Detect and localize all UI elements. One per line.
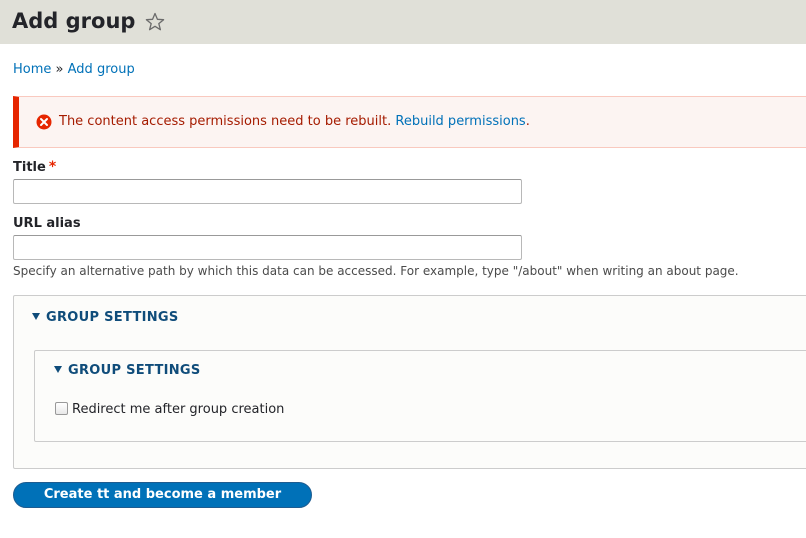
url-alias-label: URL alias (13, 216, 81, 231)
title-label: Title * (13, 159, 56, 175)
error-icon (36, 114, 52, 130)
url-alias-description: Specify an alternative path by which thi… (13, 264, 739, 278)
title-label-text: Title (13, 160, 46, 175)
redirect-checkbox-label[interactable]: Redirect me after group creation (72, 402, 284, 417)
group-settings-inner-summary[interactable]: GROUP SETTINGS (54, 363, 201, 378)
breadcrumb-home-link[interactable]: Home (13, 62, 51, 77)
required-marker: * (48, 159, 57, 175)
group-settings-outer-summary[interactable]: GROUP SETTINGS (32, 310, 179, 325)
group-settings-inner-details: GROUP SETTINGS Redirect me after group c… (34, 350, 806, 442)
breadcrumb-current-link[interactable]: Add group (68, 62, 135, 77)
triangle-down-icon (32, 313, 40, 320)
url-alias-input[interactable] (13, 235, 522, 260)
triangle-down-icon (54, 366, 62, 373)
error-message-text: The content access permissions need to b… (59, 114, 530, 129)
star-icon[interactable] (145, 12, 165, 32)
breadcrumb: Home » Add group (13, 62, 135, 77)
page-title: Add group (12, 9, 136, 33)
group-settings-outer-summary-label: GROUP SETTINGS (46, 310, 179, 325)
breadcrumb-separator: » (55, 62, 64, 77)
page-header: Add group (0, 0, 806, 44)
title-input[interactable] (13, 179, 522, 204)
create-and-join-button[interactable]: Create tt and become a member (13, 482, 312, 508)
group-settings-outer-details: GROUP SETTINGS GROUP SETTINGS Redirect m… (13, 295, 806, 469)
redirect-checkbox[interactable] (55, 402, 68, 415)
error-message-body: The content access permissions need to b… (59, 114, 392, 129)
rebuild-permissions-link[interactable]: Rebuild permissions (395, 114, 525, 129)
error-message: The content access permissions need to b… (13, 96, 806, 148)
group-settings-inner-summary-label: GROUP SETTINGS (68, 363, 201, 378)
error-message-suffix: . (525, 114, 530, 129)
